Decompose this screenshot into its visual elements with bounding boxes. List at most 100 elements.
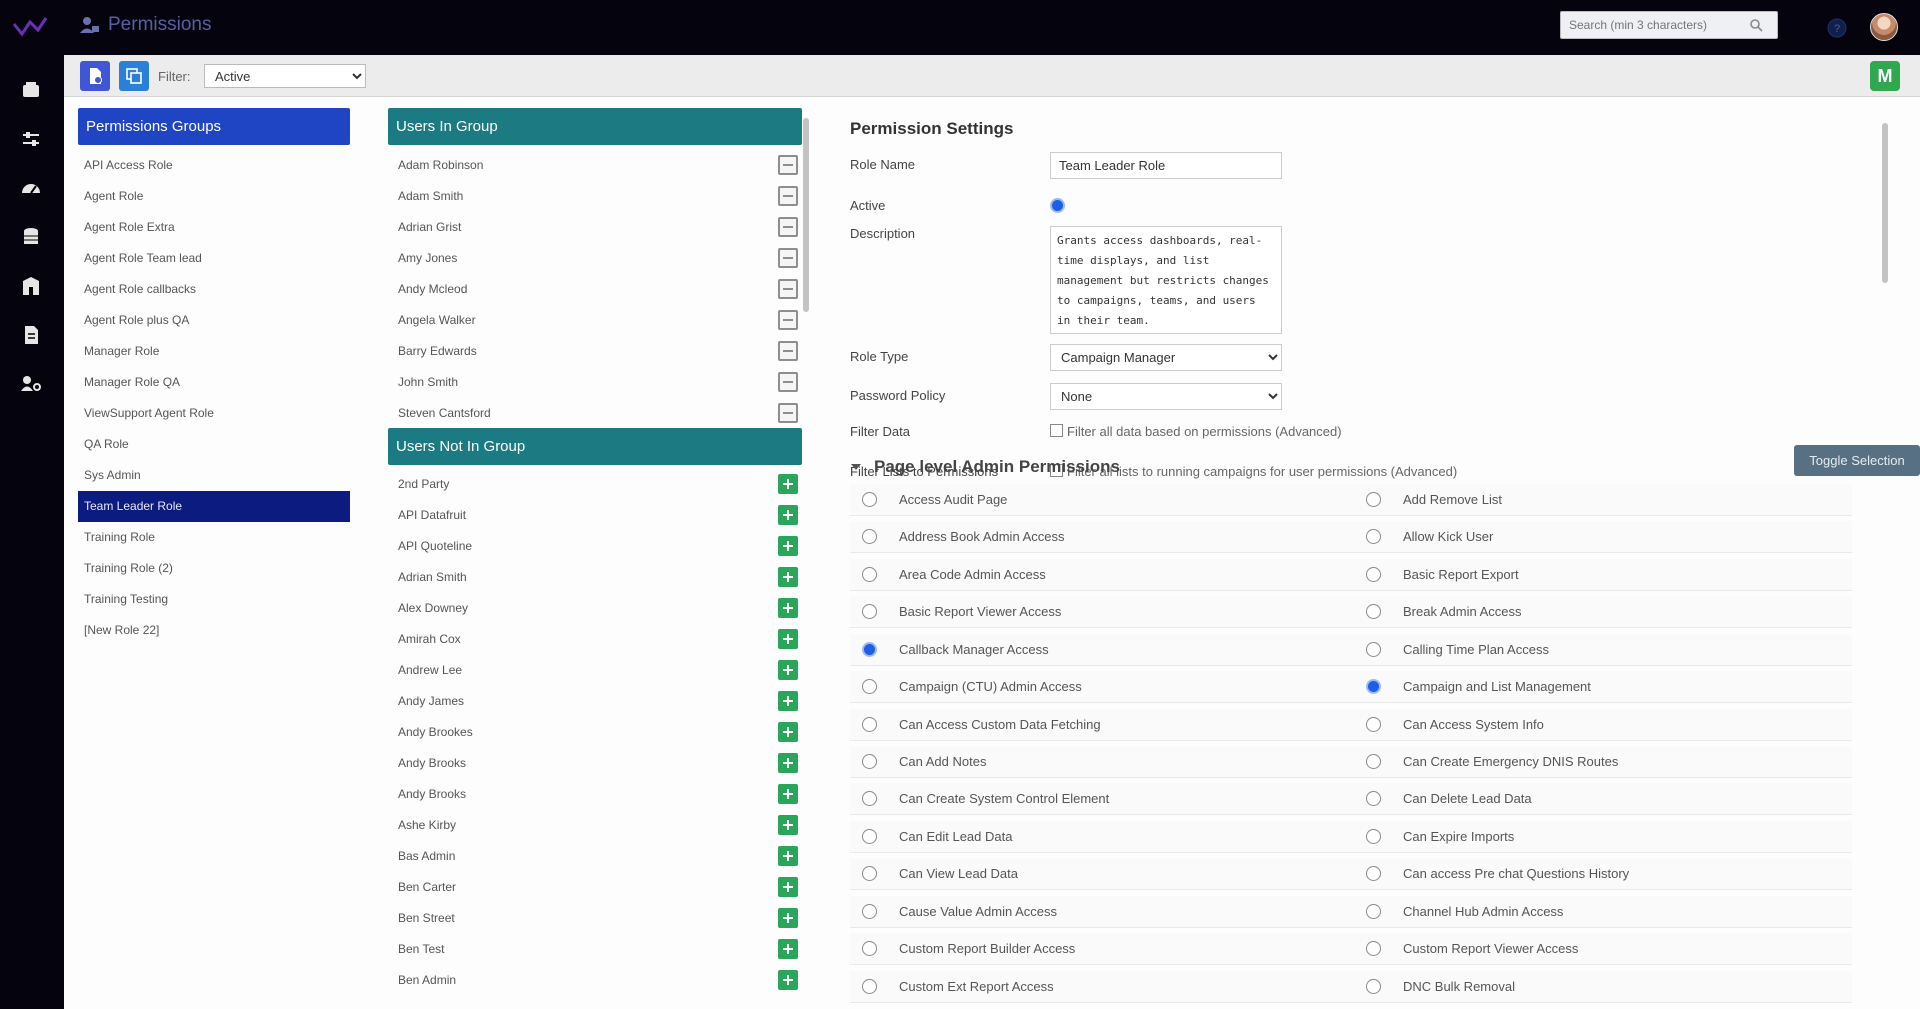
- permission-group-item[interactable]: ViewSupport Agent Role: [78, 398, 350, 429]
- add-user-button[interactable]: [778, 814, 798, 835]
- permission-group-item[interactable]: QA Role: [78, 429, 350, 460]
- remove-user-button[interactable]: [778, 340, 798, 361]
- permission-checkbox[interactable]: [862, 641, 877, 657]
- permission-checkbox[interactable]: [1366, 791, 1381, 807]
- building-lock-icon[interactable]: [20, 275, 42, 297]
- help-icon[interactable]: ?: [1826, 17, 1848, 39]
- permission-checkbox[interactable]: [862, 529, 877, 545]
- permission-checkbox[interactable]: [862, 941, 877, 957]
- add-user-button[interactable]: [778, 938, 798, 959]
- permission-checkbox[interactable]: [1366, 866, 1381, 882]
- add-user-button[interactable]: [778, 473, 798, 494]
- permission-checkbox[interactable]: [1366, 529, 1381, 545]
- remove-user-button[interactable]: [778, 402, 798, 423]
- permission-group-item[interactable]: Sys Admin: [78, 460, 350, 491]
- description-row: Description Grants access dashboards, re…: [850, 226, 1282, 334]
- permission-checkbox[interactable]: [862, 679, 877, 695]
- user-avatar[interactable]: [1870, 13, 1898, 41]
- permission-checkbox[interactable]: [1366, 753, 1381, 769]
- admin-permissions-section-header[interactable]: Page level Admin Permissions: [850, 457, 1120, 477]
- permission-checkbox[interactable]: [1366, 566, 1381, 582]
- role-type-label: Role Type: [850, 349, 909, 364]
- permission-group-item[interactable]: Agent Role callbacks: [78, 274, 350, 305]
- remove-user-button[interactable]: [778, 154, 798, 175]
- permission-checkbox[interactable]: [862, 903, 877, 919]
- permission-checkbox[interactable]: [1366, 716, 1381, 732]
- add-user-button[interactable]: [778, 752, 798, 773]
- add-user-button[interactable]: [778, 845, 798, 866]
- filter-data-checkbox[interactable]: [1050, 424, 1063, 437]
- permission-group-item[interactable]: Training Role (2): [78, 553, 350, 584]
- permission-group-item[interactable]: Team Leader Role: [78, 491, 350, 522]
- remove-user-button[interactable]: [778, 309, 798, 330]
- clone-role-button[interactable]: [119, 61, 149, 91]
- remove-user-button[interactable]: [778, 371, 798, 392]
- home-icon[interactable]: [20, 79, 42, 101]
- permission-checkbox[interactable]: [862, 978, 877, 994]
- remove-user-button[interactable]: [778, 185, 798, 206]
- permission-checkbox[interactable]: [1366, 903, 1381, 919]
- permission-checkbox[interactable]: [1366, 604, 1381, 620]
- permission-group-item[interactable]: Manager Role QA: [78, 367, 350, 398]
- settings-sliders-icon[interactable]: [20, 128, 42, 150]
- permission-checkbox[interactable]: [862, 492, 877, 507]
- permission-checkbox[interactable]: [1366, 641, 1381, 657]
- search-box[interactable]: [1560, 11, 1778, 39]
- add-user-button[interactable]: [778, 690, 798, 711]
- permission-checkbox[interactable]: [862, 566, 877, 582]
- permission-checkbox[interactable]: [1366, 828, 1381, 844]
- permission-checkbox[interactable]: [862, 604, 877, 620]
- permission-group-item[interactable]: Agent Role Team lead: [78, 243, 350, 274]
- user-tools-icon[interactable]: [20, 373, 42, 395]
- permission-checkbox[interactable]: [862, 753, 877, 769]
- active-checkbox[interactable]: [1050, 198, 1065, 213]
- filter-select[interactable]: Active: [204, 64, 366, 88]
- permission-group-item[interactable]: Agent Role: [78, 181, 350, 212]
- password-policy-select[interactable]: None: [1050, 383, 1282, 410]
- add-user-button[interactable]: [778, 504, 798, 525]
- permission-group-item[interactable]: [New Role 22]: [78, 615, 350, 646]
- add-user-button[interactable]: [778, 659, 798, 680]
- add-user-button[interactable]: [778, 628, 798, 649]
- new-role-button[interactable]: [80, 61, 110, 91]
- remove-user-button[interactable]: [778, 216, 798, 237]
- permission-checkbox[interactable]: [862, 828, 877, 844]
- role-name-input[interactable]: [1050, 152, 1282, 179]
- report-file-icon[interactable]: [20, 324, 42, 346]
- permission-checkbox[interactable]: [1366, 679, 1381, 695]
- permission-checkbox[interactable]: [862, 716, 877, 732]
- add-user-button[interactable]: [778, 535, 798, 556]
- permission-checkbox[interactable]: [1366, 978, 1381, 994]
- remove-user-button[interactable]: [778, 247, 798, 268]
- add-user-button[interactable]: [778, 566, 798, 587]
- permission-checkbox[interactable]: [862, 866, 877, 882]
- permission-group-item[interactable]: Agent Role plus QA: [78, 305, 350, 336]
- permission-checkbox[interactable]: [1366, 492, 1381, 507]
- description-textarea[interactable]: Grants access dashboards, real-time disp…: [1050, 226, 1282, 334]
- app-logo-icon[interactable]: [12, 14, 48, 40]
- add-user-button[interactable]: [778, 597, 798, 618]
- add-user-button[interactable]: [778, 876, 798, 897]
- toggle-selection-button[interactable]: Toggle Selection: [1794, 445, 1920, 476]
- add-user-button[interactable]: [778, 783, 798, 804]
- permission-checkbox[interactable]: [862, 791, 877, 807]
- add-user-button[interactable]: [778, 907, 798, 928]
- settings-scrollbar[interactable]: [1880, 108, 1890, 1008]
- role-type-select[interactable]: Campaign Manager: [1050, 344, 1282, 371]
- database-icon[interactable]: [20, 226, 42, 248]
- permission-group-item[interactable]: API Access Role: [78, 150, 350, 181]
- permission-checkbox[interactable]: [1366, 941, 1381, 957]
- permission-group-item[interactable]: Agent Role Extra: [78, 212, 350, 243]
- search-input[interactable]: [1569, 18, 1749, 32]
- add-user-button[interactable]: [778, 721, 798, 742]
- permission-label: Custom Ext Report Access: [899, 978, 1054, 994]
- remove-user-button[interactable]: [778, 278, 798, 299]
- search-icon[interactable]: [1749, 18, 1763, 32]
- permission-group-item[interactable]: Manager Role: [78, 336, 350, 367]
- dashboard-icon[interactable]: [20, 177, 42, 199]
- module-badge[interactable]: M: [1870, 61, 1900, 91]
- users-scrollbar[interactable]: [802, 108, 810, 998]
- permission-group-item[interactable]: Training Testing: [78, 584, 350, 615]
- add-user-button[interactable]: [778, 969, 798, 990]
- permission-group-item[interactable]: Training Role: [78, 522, 350, 553]
